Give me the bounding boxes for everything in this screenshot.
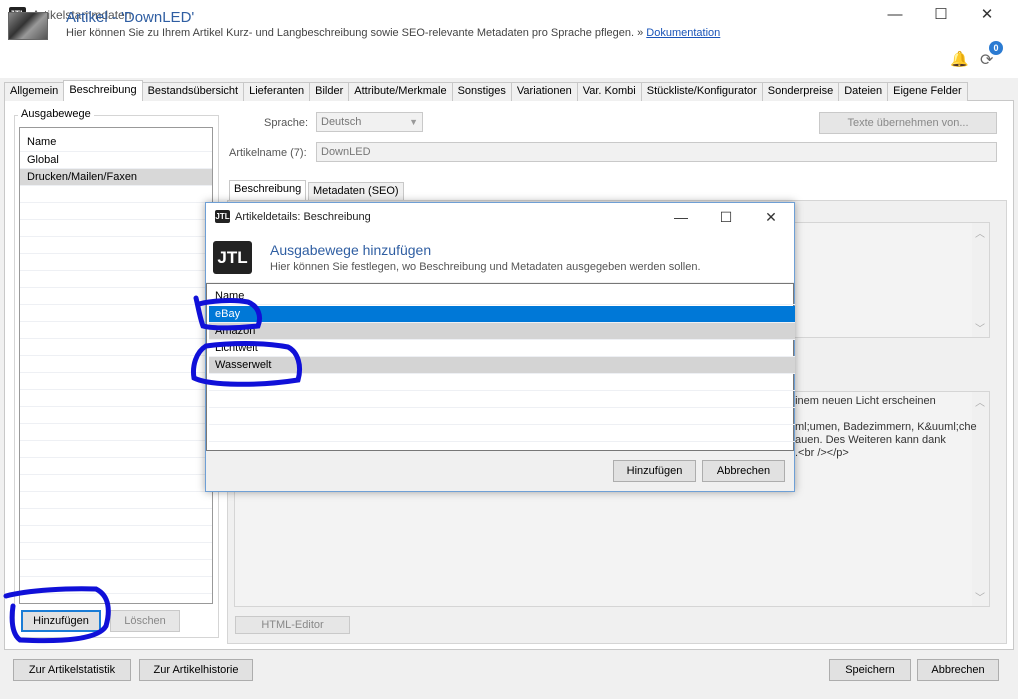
list-row-empty — [209, 391, 795, 408]
notification-badge: 0 — [989, 41, 1003, 55]
artikelname-label: Artikelname (7): — [229, 147, 307, 159]
delete-ausgabeweg-button[interactable]: Löschen — [110, 610, 180, 632]
list-row-empty — [209, 408, 795, 425]
list-row-empty — [20, 475, 212, 492]
article-thumbnail — [8, 12, 48, 40]
tab-bilder[interactable]: Bilder — [309, 82, 350, 101]
list-row-empty — [20, 543, 212, 560]
list-item[interactable]: Global — [20, 152, 212, 169]
tab-metadaten-seo[interactable]: Metadaten (SEO) — [308, 182, 404, 201]
list-row-empty — [20, 526, 212, 543]
artikelhistorie-button[interactable]: Zur Artikelhistorie — [139, 659, 253, 681]
editor-text-line: einem neuen Licht erscheinen — [789, 395, 936, 407]
list-row-empty — [20, 458, 212, 475]
main-tabs: Allgemein Beschreibung Bestandsübersicht… — [4, 80, 968, 101]
list-row-empty — [20, 254, 212, 271]
list-row-empty — [20, 220, 212, 237]
list-row-empty — [20, 186, 212, 203]
list-item[interactable]: Amazon — [209, 323, 795, 340]
sprache-value: Deutsch — [321, 116, 362, 128]
list-row-empty — [209, 425, 795, 442]
add-ausgabeweg-button[interactable]: Hinzufügen — [21, 610, 101, 632]
list-row-empty — [20, 424, 212, 441]
tab-allgemein[interactable]: Allgemein — [4, 82, 65, 101]
list-item[interactable]: Drucken/Mailen/Faxen — [20, 169, 212, 186]
minimize-button[interactable]: — — [872, 0, 918, 30]
html-editor-button[interactable]: HTML-Editor — [235, 616, 350, 634]
jtl-logo-icon: JTL — [215, 210, 230, 223]
save-button[interactable]: Speichern — [829, 659, 911, 681]
list-row-empty — [20, 356, 212, 373]
list-row-empty — [20, 560, 212, 577]
list-row-empty — [20, 288, 212, 305]
page-subtitle: Hier können Sie zu Ihrem Artikel Kurz- u… — [66, 27, 720, 39]
list-row-empty — [20, 407, 212, 424]
ausgabewege-select-list[interactable]: Name eBay Amazon Lichtwelt Wasserwelt — [206, 283, 795, 451]
artikelname-field[interactable]: DownLED — [316, 142, 997, 162]
tab-attribute-merkmale[interactable]: Attribute/Merkmale — [348, 82, 453, 101]
scrollbar[interactable]: ︿ ﹀ — [972, 223, 989, 337]
tab-sonderpreise[interactable]: Sonderpreise — [761, 82, 840, 101]
jtl-logo-icon: JTL — [213, 241, 252, 274]
sprache-select[interactable]: Deutsch ▼ — [316, 112, 423, 132]
list-row-empty — [20, 492, 212, 509]
dialog-header: JTL Ausgabewege hinzufügen Hier können S… — [206, 231, 794, 282]
add-ausgabewege-dialog: JTL Artikeldetails: Beschreibung — ☐ ✕ J… — [205, 202, 795, 492]
list-row-empty — [20, 441, 212, 458]
link-prefix: » — [637, 27, 644, 39]
tab-beschreibung[interactable]: Beschreibung — [63, 80, 143, 101]
dialog-close-button[interactable]: ✕ — [748, 203, 794, 231]
list-item[interactable]: eBay — [209, 306, 795, 323]
list-row-empty — [20, 305, 212, 322]
tab-var-kombi[interactable]: Var. Kombi — [576, 82, 642, 101]
ausgabewege-list[interactable]: Name Global Drucken/Mailen/Faxen — [19, 127, 213, 604]
list-row-empty — [20, 390, 212, 407]
list-row-empty — [20, 577, 212, 594]
ausgabewege-title: Ausgabewege — [18, 108, 94, 120]
editor-text-line: ml;umen, Badezimmern, K&uuml;che — [795, 421, 977, 433]
tab-sonstiges[interactable]: Sonstiges — [451, 82, 512, 101]
maximize-button[interactable]: ☐ — [918, 0, 964, 30]
list-row-empty — [20, 339, 212, 356]
chevron-down-icon: ▼ — [409, 117, 418, 127]
list-row-empty — [20, 237, 212, 254]
list-row-empty — [209, 374, 795, 391]
dialog-subheading: Hier können Sie festlegen, wo Beschreibu… — [270, 261, 701, 273]
tab-inner-beschreibung[interactable]: Beschreibung — [229, 180, 307, 201]
list-row-empty — [20, 373, 212, 390]
list-row-empty — [20, 322, 212, 339]
dialog-heading: Ausgabewege hinzufügen — [270, 242, 432, 258]
list-header[interactable]: Name — [20, 132, 212, 152]
list-row-empty — [20, 203, 212, 220]
list-header[interactable]: Name — [209, 288, 795, 305]
documentation-link[interactable]: Dokumentation — [646, 27, 720, 39]
dialog-cancel-button[interactable]: Abbrechen — [702, 460, 785, 482]
tab-stueckliste[interactable]: Stückliste/Konfigurator — [640, 82, 763, 101]
page-title: Artikel - 'DownLED' — [66, 9, 195, 26]
subtitle-text: Hier können Sie zu Ihrem Artikel Kurz- u… — [66, 27, 635, 39]
list-item[interactable]: Wasserwelt — [209, 357, 795, 374]
copy-texts-button[interactable]: Texte übernehmen von... — [819, 112, 997, 134]
dialog-minimize-button[interactable]: — — [658, 203, 704, 231]
editor-text-line: auen. Des Weiteren kann dank — [795, 434, 946, 446]
bell-icon[interactable]: 🔔 — [950, 50, 969, 68]
sprache-label: Sprache: — [264, 117, 309, 129]
list-row-empty — [20, 271, 212, 288]
tab-variationen[interactable]: Variationen — [510, 82, 578, 101]
list-item[interactable]: Lichtwelt — [209, 340, 795, 357]
tab-dateien[interactable]: Dateien — [838, 82, 889, 101]
tab-eigene-felder[interactable]: Eigene Felder — [887, 82, 968, 101]
dialog-maximize-button[interactable]: ☐ — [703, 203, 749, 231]
close-button[interactable]: ✕ — [964, 0, 1010, 30]
list-row-empty — [20, 509, 212, 526]
cancel-button[interactable]: Abbrechen — [917, 659, 999, 681]
tab-bestandsuebersicht[interactable]: Bestandsübersicht — [141, 82, 245, 101]
dialog-title: Artikeldetails: Beschreibung — [235, 211, 371, 223]
dialog-add-button[interactable]: Hinzufügen — [613, 460, 696, 482]
editor-text-line: .<br /></p> — [795, 447, 849, 459]
tab-lieferanten[interactable]: Lieferanten — [243, 82, 311, 101]
artikelstatistik-button[interactable]: Zur Artikelstatistik — [13, 659, 131, 681]
